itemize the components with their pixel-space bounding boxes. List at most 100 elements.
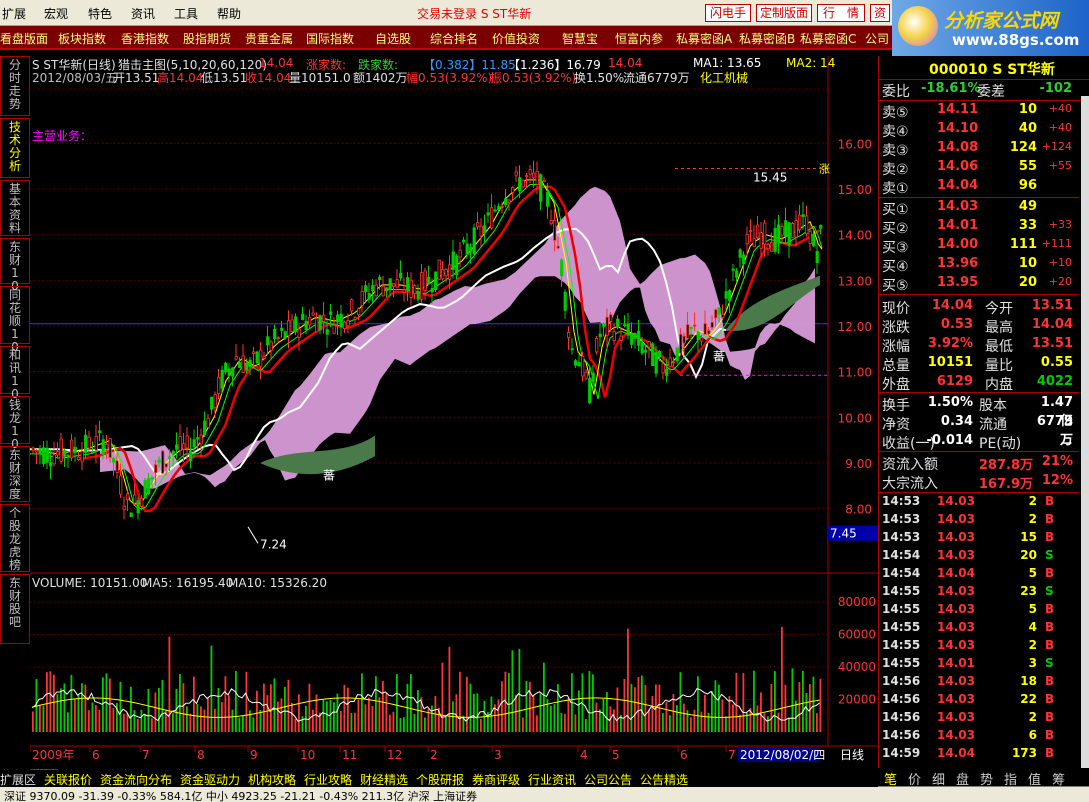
weibi-value: -18.61% <box>921 81 981 96</box>
menu-macro[interactable]: 宏观 <box>44 5 68 22</box>
menu-help[interactable]: 帮助 <box>217 5 241 22</box>
logo-title: 分析家公式网 <box>944 10 1059 32</box>
chart-area[interactable]: 16.00 15.00 14.00 13.00 12.00 11.00 10.00 9.00 8… <box>30 56 878 768</box>
bar-industry[interactable]: 化工机械 <box>700 69 748 86</box>
quick-tab-0[interactable]: 看盘版面 <box>0 30 48 47</box>
candle-body <box>430 288 434 293</box>
tick-side: B <box>1045 692 1055 706</box>
quick-tab-12[interactable]: 私募密函B <box>739 30 795 47</box>
quick-tab-4[interactable]: 贵重金属 <box>245 30 293 47</box>
quick-tab-2[interactable]: 香港指数 <box>121 30 169 47</box>
candle-body <box>52 454 56 465</box>
menu-tools[interactable]: 工具 <box>174 5 198 22</box>
sidebar-item-6[interactable]: 钱龙10 <box>0 396 30 451</box>
candle-body <box>812 233 816 247</box>
ext-tab-4[interactable]: 机构攻略 <box>248 771 296 788</box>
sidebar-item-2[interactable]: 基本资料 <box>0 180 30 236</box>
volume-bar <box>399 717 402 732</box>
volume-bar <box>53 674 55 732</box>
candle-body <box>220 369 224 389</box>
book-divider <box>879 197 1079 198</box>
tick-time: 14:54 <box>882 566 921 580</box>
volume-bar <box>277 701 279 732</box>
quick-tab-3[interactable]: 股指期货 <box>183 30 231 47</box>
price-tick: 10.00 <box>838 411 872 425</box>
ext-tab-8[interactable]: 券商评级 <box>472 771 520 788</box>
sidebar-item-5[interactable]: 和讯10 <box>0 346 30 401</box>
quick-tab-7[interactable]: 综合排名 <box>430 30 478 47</box>
level-volume: 55 <box>1018 159 1037 174</box>
menu-feature[interactable]: 特色 <box>88 5 112 22</box>
sidebar-item-7[interactable]: 东财深度 <box>0 446 30 502</box>
ext-tab-6[interactable]: 财经精选 <box>360 771 408 788</box>
quick-tab-9[interactable]: 智慧宝 <box>562 30 598 47</box>
menu-news[interactable]: 资讯 <box>131 5 155 22</box>
volume-bar <box>214 708 216 732</box>
volume-bar <box>81 683 83 732</box>
sidebar-item-1[interactable]: 技术分析 <box>0 118 30 178</box>
candle-body <box>154 464 158 474</box>
tick-side: B <box>1045 566 1055 580</box>
tick-side: B <box>1045 602 1055 616</box>
volume-bar <box>147 688 150 732</box>
k-line-chart[interactable]: 16.00 15.00 14.00 13.00 12.00 11.00 10.00 9.00 8… <box>30 56 878 768</box>
quick-tab-6[interactable]: 自选股 <box>375 30 411 47</box>
ext-tab-11[interactable]: 公告精选 <box>640 771 688 788</box>
header-price: 14.04 <box>259 56 294 70</box>
candle-body <box>651 343 655 367</box>
sidebar-item-4[interactable]: 同花顺10 <box>0 286 30 354</box>
stat-value-2: 14.04 <box>1031 317 1073 332</box>
candle-body <box>745 234 749 245</box>
volume-bar <box>739 714 741 732</box>
quote-button[interactable]: 行 情 <box>817 4 865 22</box>
sidebar-item-3[interactable]: 东财10 <box>0 238 30 293</box>
volume-bar <box>203 709 206 732</box>
ext-tab-0[interactable]: 扩展区 <box>0 771 36 788</box>
sidebar-item-8[interactable]: 个股龙虎榜 <box>0 504 30 572</box>
volume-bar <box>312 709 314 732</box>
quick-tab-5[interactable]: 国际指数 <box>306 30 354 47</box>
ext-tab-3[interactable]: 资金驱动力 <box>180 771 240 788</box>
level-volume: 33 <box>1018 218 1037 233</box>
tick-volume: 173 <box>1011 746 1037 760</box>
tick-side: B <box>1045 710 1055 724</box>
quick-tab-1[interactable]: 板块指数 <box>58 30 106 47</box>
menu-expand[interactable]: 扩展 <box>2 5 26 22</box>
volume-bar <box>74 699 76 732</box>
quick-tab-11[interactable]: 私募密函A <box>676 30 732 47</box>
quick-tab-8[interactable]: 价值投资 <box>492 30 540 47</box>
ext-tab-5[interactable]: 行业攻略 <box>304 771 352 788</box>
x-label: 9 <box>250 748 258 762</box>
ext-tab-9[interactable]: 行业资讯 <box>528 771 576 788</box>
period-label[interactable]: 日线 <box>840 748 864 762</box>
candle-body <box>192 439 196 448</box>
sidebar-item-9[interactable]: 东财股吧 <box>0 574 30 644</box>
candle-body <box>353 317 357 320</box>
bid-row-7: 买③ 14.00 111 +111 <box>879 237 1079 256</box>
tick-row: 14:53 14.03 2 B <box>879 512 1079 530</box>
volume-bar <box>70 674 73 732</box>
logo-url: www.88gs.com <box>952 31 1080 49</box>
tick-side: S <box>1045 584 1054 598</box>
info-button[interactable]: 资 <box>870 4 890 22</box>
flash-trade-button[interactable]: 闪电手 <box>705 4 751 22</box>
quick-tab-14[interactable]: 公司 <box>865 30 889 47</box>
volume-bar <box>564 713 566 732</box>
sidebar-item-0[interactable]: 分时走势 <box>0 56 30 116</box>
ext-tab-2[interactable]: 资金流向分布 <box>100 771 172 788</box>
quick-tab-13[interactable]: 私募密函C <box>800 30 856 47</box>
tick-time: 14:53 <box>882 530 921 544</box>
volume-bar <box>130 686 132 732</box>
tick-price: 14.03 <box>937 620 975 634</box>
ext-tab-7[interactable]: 个股研报 <box>416 771 464 788</box>
custom-layout-button[interactable]: 定制版面 <box>756 4 812 22</box>
candle-body <box>630 333 634 345</box>
ext-tab-1[interactable]: 关联报价 <box>44 771 92 788</box>
tick-time: 14:59 <box>882 746 921 760</box>
quote-scrollbar[interactable] <box>1081 96 1089 768</box>
tick-volume: 2 <box>1028 512 1037 526</box>
quick-tab-10[interactable]: 恒富内参 <box>615 30 663 47</box>
candle-body <box>553 220 557 241</box>
ext-tab-10[interactable]: 公司公告 <box>584 771 632 788</box>
candle-body <box>451 251 455 270</box>
